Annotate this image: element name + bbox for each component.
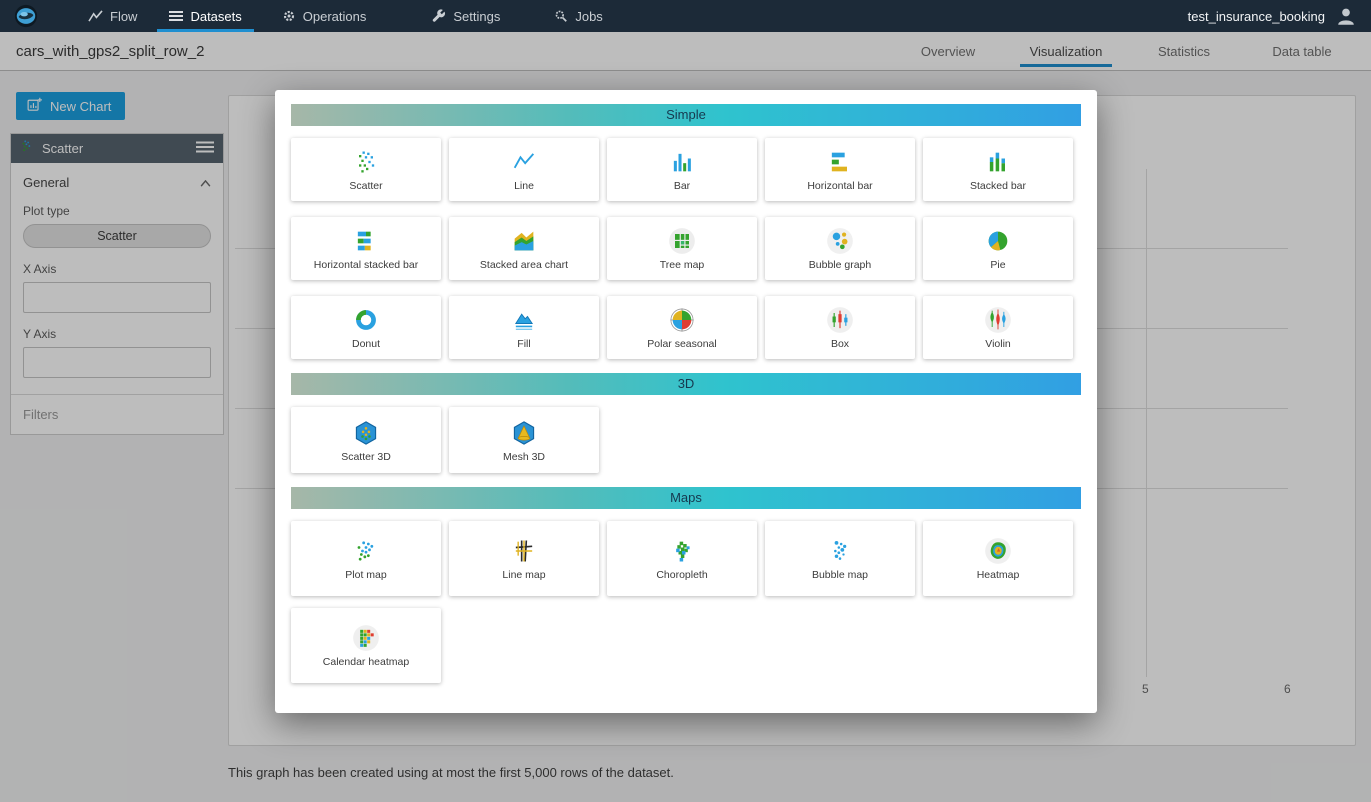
nav-item-label: Jobs	[575, 9, 602, 24]
mesh-3d-icon	[510, 418, 538, 448]
tile-line[interactable]: Line	[449, 138, 599, 201]
bubble-map-icon	[826, 536, 854, 566]
project-name[interactable]: test_insurance_booking	[1188, 9, 1325, 24]
tile-mesh-3d[interactable]: Mesh 3D	[449, 407, 599, 473]
fill-chart-icon	[510, 305, 538, 335]
tile-stacked-bar[interactable]: Stacked bar	[923, 138, 1073, 201]
nav-items: Flow Datasets Operations Settings Jobs	[72, 0, 619, 32]
tile-scatter[interactable]: Scatter	[291, 138, 441, 201]
jobs-icon	[554, 9, 568, 23]
nav-right: test_insurance_booking	[1188, 5, 1371, 27]
choropleth-map-icon	[668, 536, 696, 566]
tile-box[interactable]: Box	[765, 296, 915, 359]
scatter-chart-icon	[352, 147, 380, 177]
stacked-bar-chart-icon	[984, 147, 1012, 177]
tile-tree-map[interactable]: Tree map	[607, 217, 757, 280]
tile-bubble-map[interactable]: Bubble map	[765, 521, 915, 596]
box-plot-icon	[826, 305, 854, 335]
settings-wrench-icon	[432, 9, 446, 23]
tile-bar[interactable]: Bar	[607, 138, 757, 201]
donut-chart-icon	[352, 305, 380, 335]
polar-seasonal-chart-icon	[668, 305, 696, 335]
tile-polar-seasonal[interactable]: Polar seasonal	[607, 296, 757, 359]
tile-scatter-3d[interactable]: Scatter 3D	[291, 407, 441, 473]
heatmap-icon	[984, 536, 1012, 566]
bubble-graph-icon	[826, 226, 854, 256]
tile-choropleth[interactable]: Choropleth	[607, 521, 757, 596]
calendar-heatmap-icon	[352, 623, 380, 653]
section-header-maps: Maps	[291, 487, 1081, 509]
nav-item-label: Datasets	[190, 9, 241, 24]
operations-gear-icon	[282, 9, 296, 23]
tile-stacked-area-chart[interactable]: Stacked area chart	[449, 217, 599, 280]
plot-map-icon	[352, 536, 380, 566]
tile-fill[interactable]: Fill	[449, 296, 599, 359]
pie-chart-icon	[984, 226, 1012, 256]
horizontal-bar-chart-icon	[826, 147, 854, 177]
nav-item-operations[interactable]: Operations	[266, 0, 383, 32]
tile-donut[interactable]: Donut	[291, 296, 441, 359]
simple-tile-grid: Scatter Line Bar Horizontal bar Stacked …	[291, 138, 1081, 359]
stacked-area-chart-icon	[510, 226, 538, 256]
chart-type-picker-modal: Simple Scatter Line Bar Horizontal bar S…	[275, 90, 1097, 713]
nav-item-label: Flow	[110, 9, 137, 24]
user-avatar-icon[interactable]	[1335, 5, 1357, 27]
app-window: Flow Datasets Operations Settings Jobs t…	[0, 0, 1371, 802]
tile-calendar-heatmap[interactable]: Calendar heatmap	[291, 608, 441, 683]
tile-horizontal-bar[interactable]: Horizontal bar	[765, 138, 915, 201]
section-header-3d: 3D	[291, 373, 1081, 395]
app-logo-icon[interactable]	[14, 4, 38, 28]
maps-tile-grid: Plot map Line map Choropleth Bubble map …	[291, 521, 1081, 683]
datasets-icon	[169, 10, 183, 22]
flow-icon	[88, 10, 103, 23]
tile-pie[interactable]: Pie	[923, 217, 1073, 280]
nav-item-label: Settings	[453, 9, 500, 24]
section-header-simple: Simple	[291, 104, 1081, 126]
tree-map-icon	[668, 226, 696, 256]
nav-item-jobs[interactable]: Jobs	[538, 0, 618, 32]
tile-bubble-graph[interactable]: Bubble graph	[765, 217, 915, 280]
bar-chart-icon	[668, 147, 696, 177]
nav-item-flow[interactable]: Flow	[72, 0, 153, 32]
tile-violin[interactable]: Violin	[923, 296, 1073, 359]
tile-line-map[interactable]: Line map	[449, 521, 599, 596]
tile-heatmap[interactable]: Heatmap	[923, 521, 1073, 596]
nav-item-settings[interactable]: Settings	[416, 0, 516, 32]
scatter-3d-icon	[352, 418, 380, 448]
horizontal-stacked-bar-chart-icon	[352, 226, 380, 256]
3d-tile-grid: Scatter 3D Mesh 3D	[291, 407, 1081, 473]
line-chart-icon	[510, 147, 538, 177]
tile-plot-map[interactable]: Plot map	[291, 521, 441, 596]
nav-item-datasets[interactable]: Datasets	[153, 0, 257, 32]
violin-plot-icon	[984, 305, 1012, 335]
nav-item-label: Operations	[303, 9, 367, 24]
line-map-icon	[510, 536, 538, 566]
tile-horizontal-stacked-bar[interactable]: Horizontal stacked bar	[291, 217, 441, 280]
top-nav-bar: Flow Datasets Operations Settings Jobs t…	[0, 0, 1371, 32]
